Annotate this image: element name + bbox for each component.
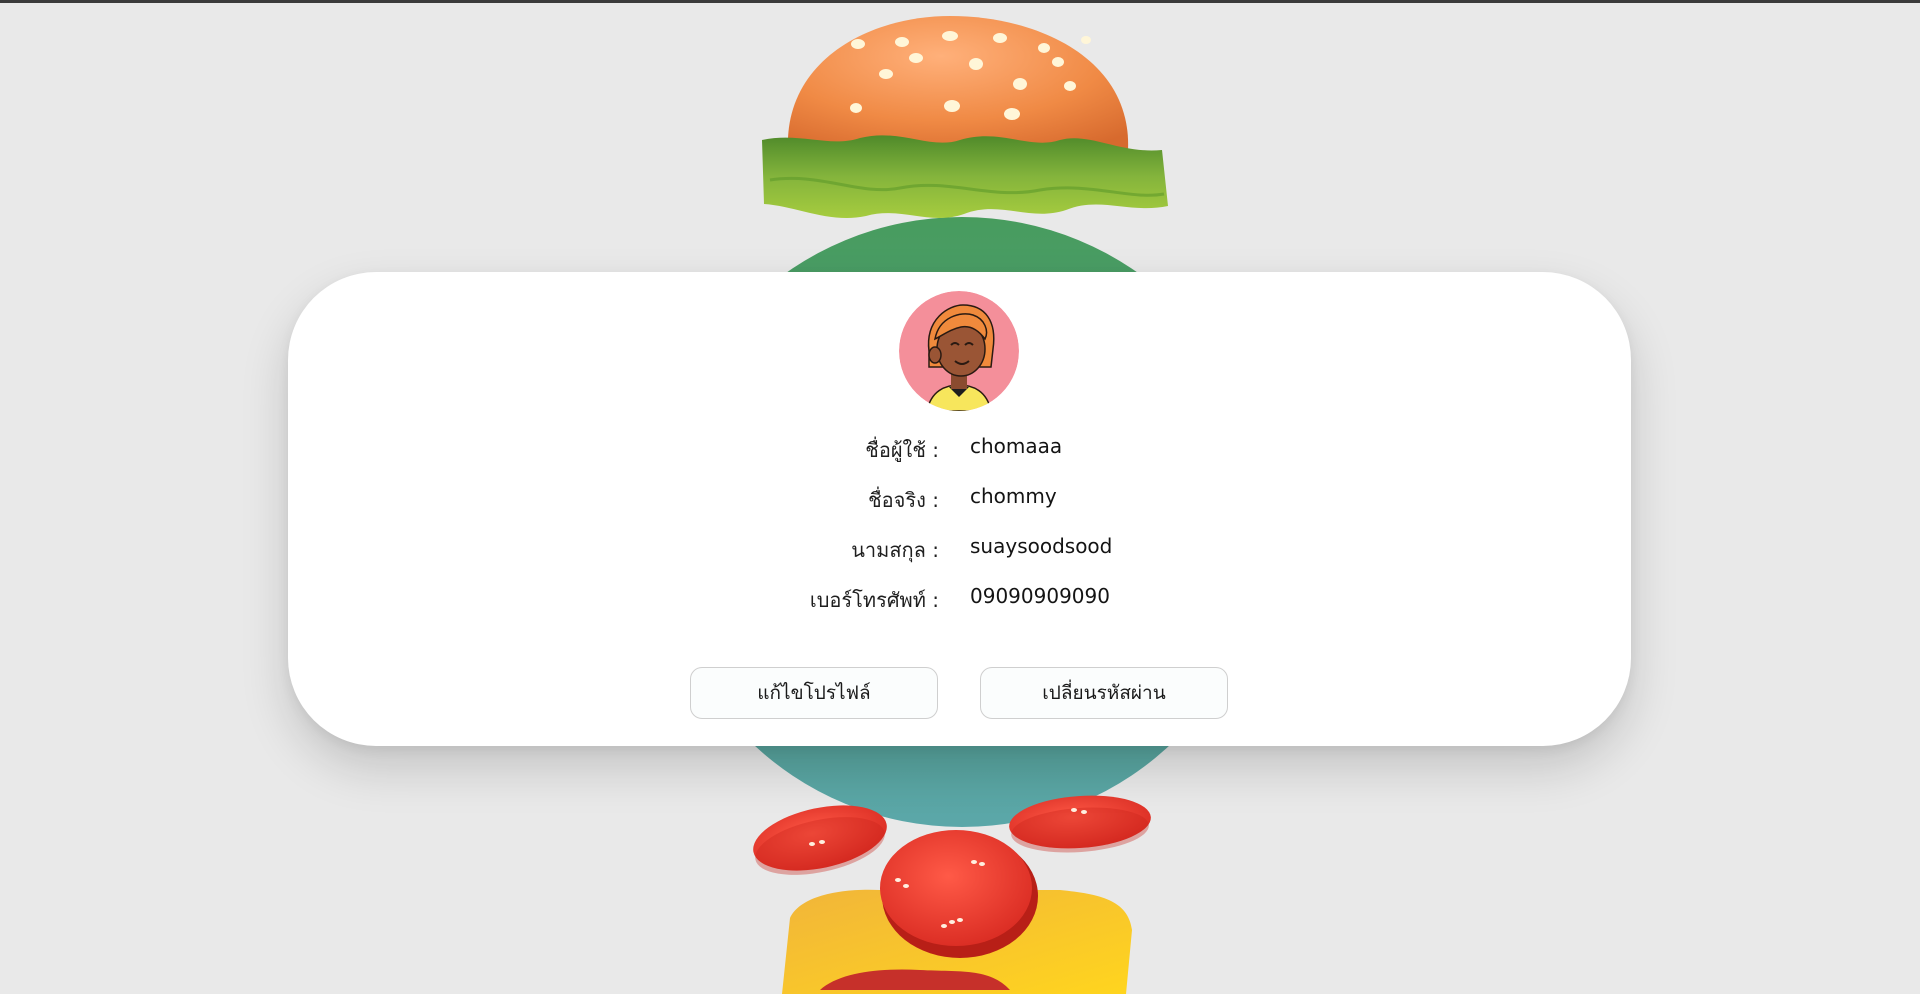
- profile-card: ชื่อผู้ใช้ : chomaaa ชื่อจริง : chommy น…: [288, 272, 1631, 746]
- phone-row: เบอร์โทรศัพท์ : 09090909090: [288, 577, 1631, 617]
- lastname-value: suaysoodsood: [970, 534, 1113, 558]
- username-label: ชื่อผู้ใช้ :: [865, 438, 939, 462]
- phone-label: เบอร์โทรศัพท์ :: [809, 588, 939, 612]
- lastname-label: นามสกุล :: [851, 538, 939, 562]
- lastname-row: นามสกุล : suaysoodsood: [288, 527, 1631, 567]
- girl-avatar-icon: [899, 291, 1019, 411]
- firstname-label: ชื่อจริง :: [868, 488, 939, 512]
- edit-profile-button[interactable]: แก้ไขโปรไฟล์: [690, 667, 938, 719]
- firstname-value: chommy: [970, 484, 1057, 508]
- username-value: chomaaa: [970, 434, 1063, 458]
- phone-value: 09090909090: [970, 584, 1110, 608]
- change-password-button[interactable]: เปลี่ยนรหัสผ่าน: [980, 667, 1228, 719]
- lettuce: [762, 135, 1168, 219]
- firstname-row: ชื่อจริง : chommy: [288, 477, 1631, 517]
- username-row: ชื่อผู้ใช้ : chomaaa: [288, 427, 1631, 467]
